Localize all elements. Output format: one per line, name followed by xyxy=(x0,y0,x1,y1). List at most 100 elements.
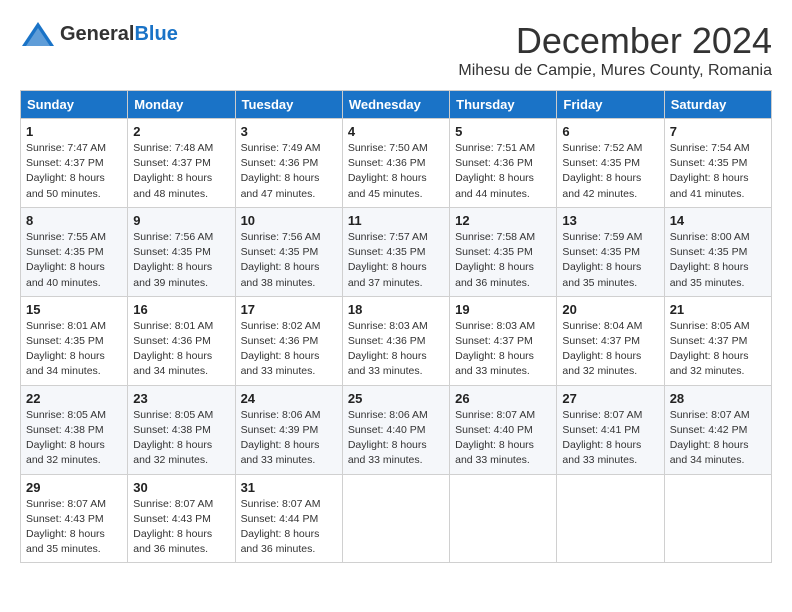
day-detail: Sunrise: 8:07 AMSunset: 4:43 PMDaylight:… xyxy=(133,498,213,556)
day-detail: Sunrise: 8:07 AMSunset: 4:40 PMDaylight:… xyxy=(455,409,535,467)
logo-general: General xyxy=(60,23,134,45)
day-detail: Sunrise: 8:05 AMSunset: 4:38 PMDaylight:… xyxy=(26,409,106,467)
logo-icon xyxy=(20,20,56,48)
day-number: 2 xyxy=(133,124,229,139)
day-number: 25 xyxy=(348,391,444,406)
day-number: 26 xyxy=(455,391,551,406)
day-detail: Sunrise: 7:56 AMSunset: 4:35 PMDaylight:… xyxy=(241,231,321,289)
weekday-header-wednesday: Wednesday xyxy=(342,91,449,119)
day-number: 16 xyxy=(133,302,229,317)
day-detail: Sunrise: 8:01 AMSunset: 4:35 PMDaylight:… xyxy=(26,320,106,378)
day-number: 21 xyxy=(670,302,766,317)
day-detail: Sunrise: 7:50 AMSunset: 4:36 PMDaylight:… xyxy=(348,142,428,200)
calendar-week-2: 8 Sunrise: 7:55 AMSunset: 4:35 PMDayligh… xyxy=(21,207,772,296)
calendar-week-4: 22 Sunrise: 8:05 AMSunset: 4:38 PMDaylig… xyxy=(21,385,772,474)
day-number: 17 xyxy=(241,302,337,317)
day-detail: Sunrise: 7:59 AMSunset: 4:35 PMDaylight:… xyxy=(562,231,642,289)
logo-blue: Blue xyxy=(134,23,177,45)
day-number: 19 xyxy=(455,302,551,317)
weekday-header-thursday: Thursday xyxy=(450,91,557,119)
calendar-cell: 5 Sunrise: 7:51 AMSunset: 4:36 PMDayligh… xyxy=(450,119,557,208)
calendar-body: 1 Sunrise: 7:47 AMSunset: 4:37 PMDayligh… xyxy=(21,119,772,563)
weekday-header-friday: Friday xyxy=(557,91,664,119)
calendar-cell: 29 Sunrise: 8:07 AMSunset: 4:43 PMDaylig… xyxy=(21,474,128,563)
calendar-cell: 31 Sunrise: 8:07 AMSunset: 4:44 PMDaylig… xyxy=(235,474,342,563)
day-detail: Sunrise: 7:52 AMSunset: 4:35 PMDaylight:… xyxy=(562,142,642,200)
calendar-cell xyxy=(557,474,664,563)
day-detail: Sunrise: 7:56 AMSunset: 4:35 PMDaylight:… xyxy=(133,231,213,289)
day-number: 29 xyxy=(26,480,122,495)
calendar-cell: 12 Sunrise: 7:58 AMSunset: 4:35 PMDaylig… xyxy=(450,207,557,296)
weekday-header-tuesday: Tuesday xyxy=(235,91,342,119)
day-number: 23 xyxy=(133,391,229,406)
day-detail: Sunrise: 7:54 AMSunset: 4:35 PMDaylight:… xyxy=(670,142,750,200)
calendar-cell: 27 Sunrise: 8:07 AMSunset: 4:41 PMDaylig… xyxy=(557,385,664,474)
day-detail: Sunrise: 7:47 AMSunset: 4:37 PMDaylight:… xyxy=(26,142,106,200)
calendar-table: SundayMondayTuesdayWednesdayThursdayFrid… xyxy=(20,90,772,563)
calendar-cell: 11 Sunrise: 7:57 AMSunset: 4:35 PMDaylig… xyxy=(342,207,449,296)
day-number: 22 xyxy=(26,391,122,406)
location-subtitle: Mihesu de Campie, Mures County, Romania xyxy=(458,62,772,80)
day-detail: Sunrise: 8:01 AMSunset: 4:36 PMDaylight:… xyxy=(133,320,213,378)
calendar-cell: 17 Sunrise: 8:02 AMSunset: 4:36 PMDaylig… xyxy=(235,296,342,385)
calendar-cell: 28 Sunrise: 8:07 AMSunset: 4:42 PMDaylig… xyxy=(664,385,771,474)
day-number: 3 xyxy=(241,124,337,139)
calendar-cell: 3 Sunrise: 7:49 AMSunset: 4:36 PMDayligh… xyxy=(235,119,342,208)
calendar-cell: 22 Sunrise: 8:05 AMSunset: 4:38 PMDaylig… xyxy=(21,385,128,474)
day-number: 27 xyxy=(562,391,658,406)
weekday-header-monday: Monday xyxy=(128,91,235,119)
calendar-cell: 16 Sunrise: 8:01 AMSunset: 4:36 PMDaylig… xyxy=(128,296,235,385)
calendar-cell: 18 Sunrise: 8:03 AMSunset: 4:36 PMDaylig… xyxy=(342,296,449,385)
weekday-header-row: SundayMondayTuesdayWednesdayThursdayFrid… xyxy=(21,91,772,119)
calendar-week-3: 15 Sunrise: 8:01 AMSunset: 4:35 PMDaylig… xyxy=(21,296,772,385)
day-number: 6 xyxy=(562,124,658,139)
day-number: 18 xyxy=(348,302,444,317)
day-number: 12 xyxy=(455,213,551,228)
calendar-cell: 2 Sunrise: 7:48 AMSunset: 4:37 PMDayligh… xyxy=(128,119,235,208)
day-detail: Sunrise: 8:02 AMSunset: 4:36 PMDaylight:… xyxy=(241,320,321,378)
calendar-cell: 25 Sunrise: 8:06 AMSunset: 4:40 PMDaylig… xyxy=(342,385,449,474)
calendar-cell: 10 Sunrise: 7:56 AMSunset: 4:35 PMDaylig… xyxy=(235,207,342,296)
day-number: 14 xyxy=(670,213,766,228)
title-section: December 2024 Mihesu de Campie, Mures Co… xyxy=(458,20,772,80)
calendar-cell: 9 Sunrise: 7:56 AMSunset: 4:35 PMDayligh… xyxy=(128,207,235,296)
day-number: 9 xyxy=(133,213,229,228)
page-header: GeneralBlue December 2024 Mihesu de Camp… xyxy=(20,20,772,80)
day-number: 13 xyxy=(562,213,658,228)
day-detail: Sunrise: 7:57 AMSunset: 4:35 PMDaylight:… xyxy=(348,231,428,289)
day-detail: Sunrise: 8:04 AMSunset: 4:37 PMDaylight:… xyxy=(562,320,642,378)
calendar-cell: 26 Sunrise: 8:07 AMSunset: 4:40 PMDaylig… xyxy=(450,385,557,474)
day-number: 30 xyxy=(133,480,229,495)
weekday-header-saturday: Saturday xyxy=(664,91,771,119)
calendar-cell: 23 Sunrise: 8:05 AMSunset: 4:38 PMDaylig… xyxy=(128,385,235,474)
calendar-cell: 24 Sunrise: 8:06 AMSunset: 4:39 PMDaylig… xyxy=(235,385,342,474)
calendar-cell: 13 Sunrise: 7:59 AMSunset: 4:35 PMDaylig… xyxy=(557,207,664,296)
calendar-cell: 8 Sunrise: 7:55 AMSunset: 4:35 PMDayligh… xyxy=(21,207,128,296)
day-number: 4 xyxy=(348,124,444,139)
day-detail: Sunrise: 8:05 AMSunset: 4:37 PMDaylight:… xyxy=(670,320,750,378)
day-detail: Sunrise: 8:03 AMSunset: 4:36 PMDaylight:… xyxy=(348,320,428,378)
day-detail: Sunrise: 7:55 AMSunset: 4:35 PMDaylight:… xyxy=(26,231,106,289)
day-number: 11 xyxy=(348,213,444,228)
day-number: 31 xyxy=(241,480,337,495)
day-detail: Sunrise: 8:00 AMSunset: 4:35 PMDaylight:… xyxy=(670,231,750,289)
day-detail: Sunrise: 7:51 AMSunset: 4:36 PMDaylight:… xyxy=(455,142,535,200)
day-number: 15 xyxy=(26,302,122,317)
day-detail: Sunrise: 8:03 AMSunset: 4:37 PMDaylight:… xyxy=(455,320,535,378)
day-detail: Sunrise: 8:06 AMSunset: 4:39 PMDaylight:… xyxy=(241,409,321,467)
day-detail: Sunrise: 8:07 AMSunset: 4:43 PMDaylight:… xyxy=(26,498,106,556)
calendar-cell: 7 Sunrise: 7:54 AMSunset: 4:35 PMDayligh… xyxy=(664,119,771,208)
day-number: 1 xyxy=(26,124,122,139)
day-detail: Sunrise: 7:48 AMSunset: 4:37 PMDaylight:… xyxy=(133,142,213,200)
weekday-header-sunday: Sunday xyxy=(21,91,128,119)
calendar-cell: 6 Sunrise: 7:52 AMSunset: 4:35 PMDayligh… xyxy=(557,119,664,208)
day-number: 24 xyxy=(241,391,337,406)
calendar-cell: 19 Sunrise: 8:03 AMSunset: 4:37 PMDaylig… xyxy=(450,296,557,385)
day-number: 10 xyxy=(241,213,337,228)
day-number: 8 xyxy=(26,213,122,228)
logo: GeneralBlue xyxy=(20,20,178,48)
calendar-week-5: 29 Sunrise: 8:07 AMSunset: 4:43 PMDaylig… xyxy=(21,474,772,563)
day-detail: Sunrise: 7:58 AMSunset: 4:35 PMDaylight:… xyxy=(455,231,535,289)
calendar-cell: 30 Sunrise: 8:07 AMSunset: 4:43 PMDaylig… xyxy=(128,474,235,563)
day-detail: Sunrise: 7:49 AMSunset: 4:36 PMDaylight:… xyxy=(241,142,321,200)
